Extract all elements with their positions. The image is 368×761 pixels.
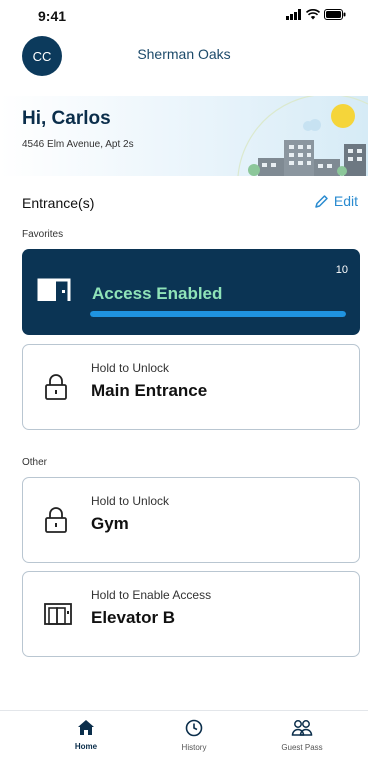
elevator-icon [44,603,72,625]
edit-label: Edit [333,193,358,209]
entrance-card-gym[interactable]: Hold to Unlock Gym [22,477,360,563]
status-icons [286,9,346,20]
nav-history[interactable]: History [154,719,234,752]
entrance-action: Hold to Unlock [91,494,170,508]
home-icon [78,720,94,735]
status-bar: 9:41 [0,0,368,30]
nav-home[interactable]: Home [46,719,126,751]
access-progress-fill [90,311,346,317]
access-enabled-card[interactable]: 10 Access Enabled [22,249,360,335]
signal-icon [286,9,301,20]
greeting: Hi, Carlos [22,108,111,129]
nav-guest-pass[interactable]: Guest Pass [262,719,342,752]
nav-label: History [181,743,207,752]
address: 4546 Elm Avenue, Apt 2s [22,139,134,150]
nav-label: Guest Pass [281,743,323,752]
nav-label: Home [74,742,98,751]
entrance-card-elevator-b[interactable]: Hold to Enable Access Elevator B [22,571,360,657]
section-title: Entrance(s) [22,195,95,211]
entrance-name: Gym [91,514,129,533]
entrance-card-main[interactable]: Hold to Unlock Main Entrance [22,344,360,430]
lock-icon [45,374,67,400]
welcome-banner: Hi, Carlos 4546 Elm Avenue, Apt 2s [0,96,368,176]
access-status: Access Enabled [92,284,223,303]
entrance-name: Main Entrance [91,381,208,400]
clock-icon [185,719,203,737]
status-time: 9:41 [38,8,67,24]
building-name[interactable]: Sherman Oaks [0,46,368,62]
entrance-action: Hold to Enable Access [91,588,212,602]
wifi-icon [306,9,320,20]
favorites-label: Favorites [22,229,64,240]
edit-button[interactable]: Edit [314,193,358,209]
guests-icon [291,720,313,736]
countdown: 10 [335,264,348,276]
pencil-icon [315,194,328,208]
door-open-icon [37,278,71,301]
other-label: Other [22,457,48,468]
bottom-nav: Home History Guest Pass [0,710,368,761]
city-illustration [237,96,368,176]
lock-icon [45,507,67,533]
battery-icon [324,9,346,20]
header: CC Sherman Oaks [0,36,368,76]
access-progress-bar [90,311,346,317]
entrance-name: Elevator B [91,608,176,627]
entrance-action: Hold to Unlock [91,361,170,375]
entrances-section-header: Entrance(s) Edit [22,193,358,215]
